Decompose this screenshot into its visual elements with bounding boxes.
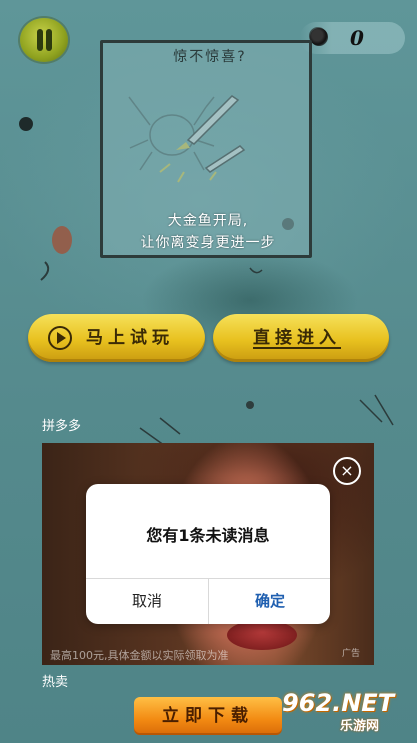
pause-icon xyxy=(37,29,43,51)
fish-icon xyxy=(19,117,33,131)
game-scene: 0 惊不惊喜? 大金鱼开局, 让你离变身更进一步 马上试玩 直接进入 拼多多 ×… xyxy=(0,0,417,743)
red-fish-icon xyxy=(52,226,72,254)
tutorial-title: 惊不惊喜? xyxy=(173,49,247,65)
fish-icon xyxy=(246,401,254,409)
site-watermark-logo: 962.NET 乐游网 xyxy=(282,688,412,738)
watermark-sub-text: 乐游网 xyxy=(340,719,380,734)
ad-mark: 广告 xyxy=(342,649,361,659)
ad-footer-text: 最高100元,具体金额以实际领取为准 xyxy=(50,649,229,662)
enter-direct-label: 直接进入 xyxy=(253,328,341,349)
score-fish-icon xyxy=(310,28,328,46)
watermark-main-text: 962.NET xyxy=(282,689,395,717)
unread-message-dialog: 您有1条未读消息 取消 确定 xyxy=(86,484,330,624)
enter-direct-button[interactable]: 直接进入 xyxy=(213,314,389,362)
tutorial-text-line-1: 大金鱼开局, xyxy=(167,213,249,229)
play-trial-button[interactable]: 马上试玩 xyxy=(28,314,205,362)
pause-button[interactable] xyxy=(20,18,68,62)
play-icon xyxy=(48,326,72,350)
score-value: 0 xyxy=(350,26,364,50)
dialog-message: 您有1条未读消息 xyxy=(146,526,270,545)
dialog-confirm-button[interactable]: 确定 xyxy=(209,579,330,624)
ad-source-label: 拼多多 xyxy=(42,419,82,434)
close-icon: × xyxy=(340,461,354,480)
dialog-cancel-button[interactable]: 取消 xyxy=(86,579,208,624)
download-now-button[interactable]: 立即下载 xyxy=(134,697,282,735)
tutorial-text-line-2: 让你离变身更进一步 xyxy=(140,235,276,251)
play-trial-label: 马上试玩 xyxy=(86,328,174,348)
ad-close-button[interactable]: × xyxy=(333,457,361,485)
ad-image-detail xyxy=(227,620,297,650)
hot-sale-label: 热卖 xyxy=(42,675,69,690)
